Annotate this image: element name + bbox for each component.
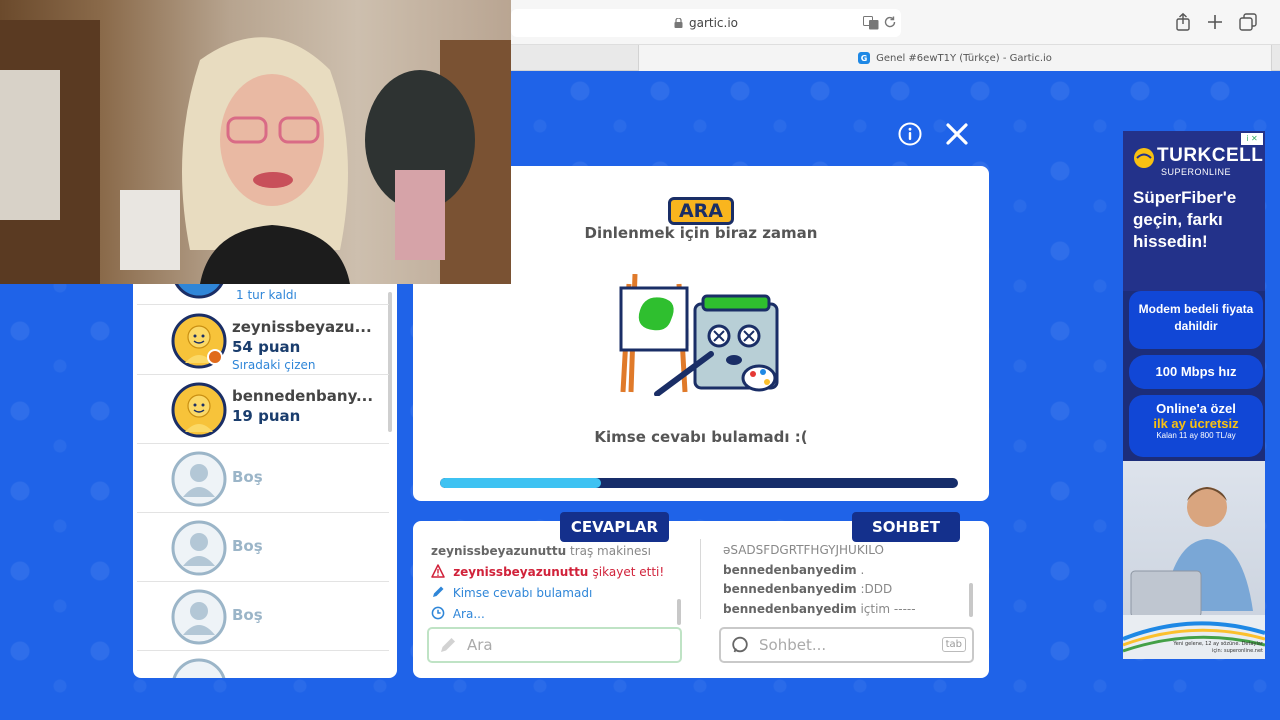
player-name: bennedenbany...	[232, 387, 374, 405]
empty-slot: Boş	[137, 582, 389, 651]
round-timer-fill	[440, 478, 601, 488]
player-points: 54 puan	[232, 338, 301, 356]
clock-icon	[431, 606, 445, 620]
empty-slot	[137, 651, 389, 678]
reload-icon[interactable]	[883, 15, 897, 29]
turkcell-ad[interactable]: i ✕ TURKCELL SUPERONLINE SüperFiber'e ge…	[1123, 131, 1265, 659]
ad-headline: SüperFiber'e geçin, farkı hissedin!	[1133, 188, 1237, 251]
empty-slot: Boş	[137, 444, 389, 513]
empty-slot-label: Boş	[232, 606, 263, 624]
chat-list: əSADSFDGRTFHGYJHUKILO bennedenbanyedim .…	[723, 541, 968, 619]
answers-chat-panel: CEVAPLAR SOHBET zeynissbeyazunuttu traş …	[413, 512, 989, 678]
list-item: zeynissbeyazunuttu traş makinesı	[431, 541, 681, 562]
list-item: Kimse cevabı bulamadı	[431, 583, 681, 604]
break-badge: ARA	[668, 197, 734, 225]
empty-avatar-icon	[172, 658, 226, 678]
chat-text: içtim -----	[860, 601, 916, 616]
ad-brand-sub: SUPERONLINE	[1161, 167, 1232, 177]
turns-left-note: 1 tur kaldı	[236, 288, 297, 302]
empty-slot: Boş	[137, 513, 389, 582]
share-icon[interactable]	[1173, 12, 1193, 32]
pencil-icon	[441, 638, 455, 652]
answer-input-placeholder: Ara	[467, 636, 493, 654]
player-avatar-icon	[171, 382, 227, 438]
chat-bubble-icon	[732, 636, 748, 653]
ad-offer-line3: Kalan 11 ay 800 TL/ay	[1156, 431, 1236, 440]
adchoices-icon[interactable]: i ✕	[1241, 133, 1263, 145]
close-icon[interactable]	[944, 121, 970, 147]
no-answer-message: Kimse cevabı bulamadı :(	[594, 428, 808, 446]
tab-title: Genel #6ewT1Y (Türkçe) - Gartic.io	[876, 52, 1052, 64]
ad-pill-modem: Modem bedeli fiyata dahildir	[1129, 291, 1263, 349]
new-tab-icon[interactable]	[1205, 12, 1225, 32]
tab-key-hint: tab	[941, 637, 966, 652]
chat-user: bennedenbanyedim	[723, 601, 857, 616]
man-with-laptop-icon	[1123, 487, 1265, 659]
list-item: Ara...	[431, 604, 681, 625]
ad-logo: TURKCELL SUPERONLINE	[1133, 145, 1263, 177]
ad-photo: Yeni gelene, 12 ay sözüne. Detaylar için…	[1123, 461, 1265, 659]
chat-text: .	[860, 562, 865, 577]
answer-user: zeynissbeyazunuttu	[431, 544, 567, 558]
list-item: bennedenbanyedim :DDD	[723, 580, 968, 600]
players-panel: 1 tur kaldı zeynissbeyazu... 54 puan Sır…	[133, 284, 397, 678]
next-drawer-note: Sıradaki çizen	[232, 358, 316, 372]
player-avatar-icon	[171, 313, 227, 369]
list-item: əSADSFDGRTFHGYJHUKILO	[723, 543, 884, 557]
player-row[interactable]: bennedenbany... 19 puan	[137, 375, 389, 444]
tab-overview-icon[interactable]	[1238, 12, 1258, 32]
empty-avatar-icon	[171, 520, 227, 576]
gartic-favicon-icon: G	[858, 52, 871, 64]
warning-icon	[431, 564, 445, 578]
url-text: gartic.io	[688, 16, 739, 30]
chat-input-placeholder: Sohbet...	[759, 636, 827, 654]
empty-avatar-icon	[171, 589, 227, 645]
answers-list: zeynissbeyazunuttu traş makinesı zeyniss…	[431, 541, 681, 625]
chat-user: bennedenbanyedim	[723, 562, 857, 577]
player-name: zeynissbeyazu...	[232, 318, 372, 336]
panel-divider	[700, 539, 701, 619]
chat-user: bennedenbanyedim	[723, 582, 857, 596]
ad-fine-print: Yeni gelene, 12 ay sözüne. Detaylar için…	[1173, 641, 1263, 654]
turkcell-logo-icon	[1134, 148, 1154, 168]
ad-offer-line1: Online'a özel	[1156, 401, 1236, 416]
browser-tab-active[interactable]: G Genel #6ewT1Y (Türkçe) - Gartic.io	[638, 45, 1272, 71]
pencil-icon	[433, 586, 444, 597]
ad-brand: TURKCELL	[1157, 145, 1264, 166]
chat-input[interactable]: Sohbet... tab	[719, 627, 974, 663]
player-row[interactable]: zeynissbeyazu... 54 puan Sıradaki çizen	[137, 306, 389, 375]
ad-pill-speed: 100 Mbps hız	[1129, 355, 1263, 389]
chat-scrollbar[interactable]	[969, 583, 973, 617]
translate-icon[interactable]	[863, 16, 879, 30]
answers-scrollbar[interactable]	[677, 599, 681, 625]
round-timer-bar	[440, 478, 958, 488]
ad-pill-offer: Online'a özel ilk ay ücretsiz Kalan 11 a…	[1129, 395, 1263, 457]
tab-chat[interactable]: SOHBET	[852, 512, 960, 542]
webcam-overlay	[0, 0, 511, 284]
chat-text: :DDD	[860, 582, 893, 596]
alert-text: şikayet etti!	[592, 565, 665, 579]
info-icon[interactable]	[898, 122, 922, 146]
list-item: bennedenbanyedim .	[723, 561, 968, 581]
answer-input[interactable]: Ara	[427, 627, 682, 663]
info-break-text: Ara...	[452, 607, 485, 621]
answer-text: traş makinesı	[570, 544, 651, 558]
lock-icon	[674, 18, 683, 28]
empty-slot-label: Boş	[232, 537, 263, 555]
info-none-text: Kimse cevabı bulamadı	[452, 586, 593, 600]
ad-offer-line2: ilk ay ücretsiz	[1153, 416, 1239, 431]
empty-slot-label: Boş	[232, 468, 263, 486]
address-bar[interactable]: gartic.io	[511, 9, 901, 37]
list-item: bennedenbanyedim içtim -----	[723, 600, 968, 620]
list-item: zeynissbeyazunuttu şikayet etti!	[431, 562, 681, 583]
player-points: 19 puan	[232, 407, 301, 425]
easel-paint-bucket-icon: Gartic	[619, 274, 779, 396]
player-avatar-icon	[174, 284, 224, 299]
empty-avatar-icon	[171, 451, 227, 507]
tab-answers[interactable]: CEVAPLAR	[560, 512, 669, 542]
alert-user: zeynissbeyazunuttu	[453, 565, 589, 579]
player-row[interactable]: 1 tur kaldı	[137, 284, 389, 305]
webcam-person-image	[0, 20, 511, 284]
